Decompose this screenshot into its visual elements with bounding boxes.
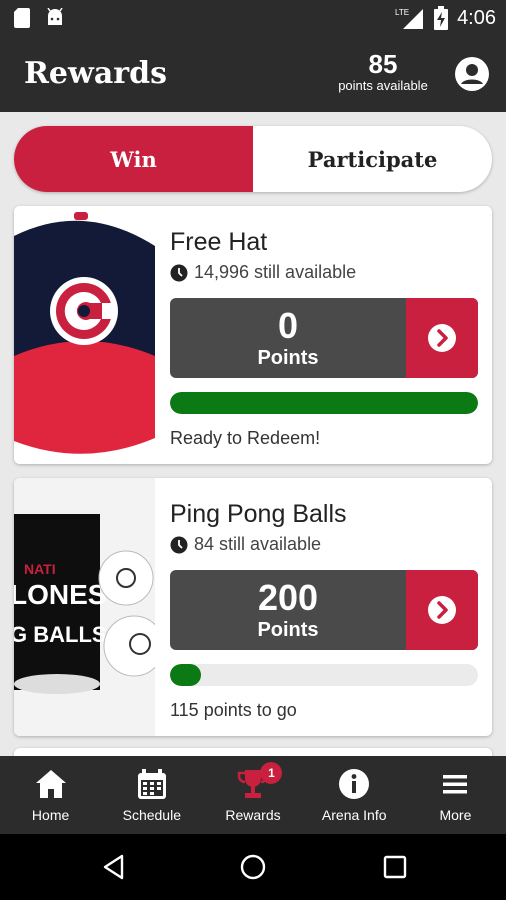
bottom-nav: Home Schedule 1 Rewards Arena Info More xyxy=(0,756,506,834)
can-text-1: NATI xyxy=(24,561,56,577)
progress-fill xyxy=(170,392,478,414)
nav-rewards[interactable]: 1 Rewards xyxy=(202,756,303,834)
app-bar: Rewards 85 points available xyxy=(0,36,506,112)
can-text-2: LONES xyxy=(14,579,106,610)
reward-availability: 84 still available xyxy=(170,534,321,555)
redeem-go-button[interactable] xyxy=(406,298,478,378)
home-icon xyxy=(35,770,66,798)
battery-charging-icon xyxy=(434,6,449,30)
reward-name: Free Hat xyxy=(170,228,268,256)
points-available-value: 85 xyxy=(368,49,398,79)
reward-availability: 14,996 still available xyxy=(170,262,356,283)
progress-fill xyxy=(170,664,201,686)
menu-icon xyxy=(443,775,468,794)
clock-icon xyxy=(170,536,188,553)
nav-schedule-label: Schedule xyxy=(122,807,181,823)
availability-text: 14,996 still available xyxy=(194,262,357,282)
reward-status: 115 points to go xyxy=(170,700,297,720)
reward-status: Ready to Redeem! xyxy=(170,428,321,448)
availability-text: 84 still available xyxy=(194,534,322,554)
reward-name: Ping Pong Balls xyxy=(170,500,347,528)
cost-label: Points xyxy=(257,347,319,369)
back-icon[interactable] xyxy=(100,853,128,881)
clock-icon xyxy=(170,264,188,281)
status-bar: LTE 4:06 xyxy=(0,0,506,36)
win-participate-toggle: Win Participate xyxy=(14,126,492,192)
cost-label: Points xyxy=(257,619,319,641)
ping-pong-image: NATI LONES G BALLS xyxy=(14,478,155,736)
progress-bar xyxy=(170,392,478,414)
reward-image-ping-pong: NATI LONES G BALLS xyxy=(14,478,155,736)
redeem-button[interactable]: 0 Points xyxy=(170,298,478,378)
home-circle-icon[interactable] xyxy=(239,853,267,881)
points-available-label: points available xyxy=(338,78,428,93)
account-icon[interactable] xyxy=(454,56,490,92)
nav-arena-info[interactable]: Arena Info xyxy=(304,756,405,834)
progress-bar xyxy=(170,664,478,686)
nav-more-label: More xyxy=(439,807,472,823)
can-text-3: G BALLS xyxy=(14,622,107,647)
recent-apps-icon[interactable] xyxy=(381,853,409,881)
sd-card-icon xyxy=(14,8,30,28)
redeem-go-button[interactable] xyxy=(406,570,478,650)
nav-more[interactable]: More xyxy=(405,756,506,834)
signal-icon: LTE xyxy=(395,8,424,29)
cap-image xyxy=(14,206,155,464)
reward-cost: 0 Points xyxy=(170,298,406,378)
page-title: Rewards xyxy=(24,56,167,91)
network-type: LTE xyxy=(395,8,409,17)
clock-time: 4:06 xyxy=(457,6,496,29)
info-icon xyxy=(339,769,370,799)
chevron-right-icon xyxy=(428,596,456,624)
reward-cost: 200 Points xyxy=(170,570,406,650)
rewards-badge: 1 xyxy=(260,762,283,784)
redeem-button[interactable]: 200 Points xyxy=(170,570,478,650)
chevron-right-icon xyxy=(428,324,456,352)
nav-home[interactable]: Home xyxy=(0,756,101,834)
system-nav-bar xyxy=(0,834,506,900)
android-icon xyxy=(47,8,63,25)
reward-card[interactable]: NATI LONES G BALLS Ping Pong Balls 84 st… xyxy=(14,478,492,736)
reward-image-hat xyxy=(14,206,155,464)
points-summary: 85 points available xyxy=(330,50,436,94)
calendar-icon xyxy=(137,769,166,799)
tab-win[interactable]: Win xyxy=(14,126,253,192)
nav-rewards-label: Rewards xyxy=(225,807,281,823)
cost-value: 0 xyxy=(277,305,299,346)
tab-participate[interactable]: Participate xyxy=(253,126,492,192)
reward-card[interactable]: Free Hat 14,996 still available 0 Points… xyxy=(14,206,492,464)
nav-arena-info-label: Arena Info xyxy=(321,807,387,823)
cost-value: 200 xyxy=(257,577,319,618)
nav-home-label: Home xyxy=(31,807,70,823)
nav-schedule[interactable]: Schedule xyxy=(101,756,202,834)
